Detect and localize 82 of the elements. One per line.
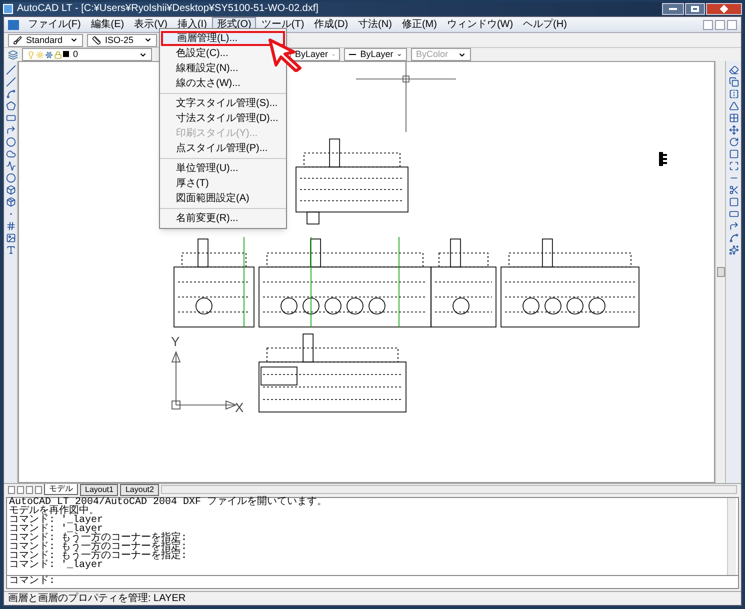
array-icon[interactable]	[728, 113, 738, 123]
rotate-icon[interactable]	[728, 137, 738, 147]
y-axis-label: Y	[171, 334, 180, 349]
minimize-button[interactable]	[703, 20, 713, 30]
layout-tab[interactable]: Layout1	[80, 484, 118, 496]
scroll-thumb[interactable]	[716, 267, 724, 277]
curve-icon[interactable]	[6, 89, 16, 99]
menu-item[interactable]: 修正(M)	[396, 16, 442, 32]
block-icon[interactable]	[6, 185, 16, 195]
color-swatch	[63, 50, 69, 56]
dropdown-field[interactable]: 0	[22, 48, 152, 61]
menu-option[interactable]: 名前変更(R)...	[160, 211, 244, 226]
layers-icon[interactable]	[8, 50, 18, 60]
dropdown-field[interactable]: ByLayer	[290, 48, 340, 61]
menu-item[interactable]: ウィンドウ(W)	[442, 16, 518, 32]
menu-option[interactable]: 寸法スタイル管理(D)...	[160, 111, 284, 126]
menu-option[interactable]: 図面範囲設定(A)	[160, 191, 256, 206]
command-line: コマンド: '_layer	[9, 516, 104, 525]
rectangle-icon[interactable]	[6, 113, 16, 123]
horizontal-scrollbar[interactable]	[160, 485, 737, 494]
maximize-button[interactable]	[685, 3, 705, 15]
menu-item[interactable]: 表示(V)	[129, 16, 172, 32]
menu-item[interactable]: ファイル(F)	[23, 16, 86, 32]
move-icon[interactable]	[728, 125, 738, 135]
dropdown-field[interactable]: Standard	[8, 34, 83, 46]
menu-item[interactable]: ツール(T)	[256, 16, 310, 32]
circle-icon[interactable]	[6, 137, 16, 147]
text-style-icon	[13, 36, 22, 44]
status-text: 画層と画層のプロパティを管理: LAYER	[8, 594, 186, 604]
copy-icon[interactable]	[728, 77, 738, 87]
ucs-axis-drawing	[171, 350, 238, 410]
close-button[interactable]	[727, 20, 737, 30]
command-input[interactable]: コマンド:	[6, 576, 739, 589]
wave-icon[interactable]	[6, 161, 16, 171]
caret-icon	[70, 36, 78, 44]
menu-option[interactable]: 色設定(C)...	[160, 46, 234, 61]
line-sample	[349, 54, 356, 55]
menu-option[interactable]: 厚さ(T)	[160, 176, 215, 191]
menu-item[interactable]: 寸法(N)	[353, 16, 397, 32]
hatch-icon[interactable]	[6, 221, 16, 231]
eraser-icon[interactable]	[728, 65, 738, 75]
menu-item[interactable]: ヘルプ(H)	[518, 16, 572, 32]
comb-icon	[659, 152, 667, 166]
menu-option[interactable]: 線の太さ(W)...	[160, 76, 246, 91]
menu-option[interactable]: 点スタイル管理(P)...	[160, 141, 274, 156]
caret-icon	[458, 50, 466, 58]
window-title: AutoCAD LT - [C:¥Users¥RyoIshii¥Desktop¥SY5100-51-WO-02.dxf]	[17, 4, 318, 14]
menu-item[interactable]: 編集(E)	[86, 16, 130, 32]
document-icon	[8, 20, 19, 30]
close-button[interactable]	[706, 3, 742, 15]
dropdown-field[interactable]: ISO-25	[87, 34, 157, 46]
vertical-scrollbar[interactable]	[715, 61, 725, 483]
command-line: モデルを再作図中。	[9, 507, 99, 516]
restore-button[interactable]	[715, 20, 725, 30]
dimension-style-icon	[92, 36, 101, 44]
vertical-scrollbar[interactable]	[727, 498, 736, 575]
menu-option[interactable]: 線種設定(N)...	[160, 61, 244, 76]
menu-option[interactable]: 文字スタイル管理(S)...	[160, 96, 284, 111]
bulb-icon	[27, 50, 35, 58]
line-icon[interactable]	[6, 77, 16, 87]
layout-tab[interactable]: モデル	[44, 484, 78, 495]
menu-item[interactable]: 作成(D)	[309, 16, 354, 32]
menu-option[interactable]: 画層管理(L)...	[161, 31, 285, 46]
minimize-button[interactable]	[662, 3, 684, 15]
menu-option[interactable]: 単位管理(U)...	[160, 161, 244, 176]
command-line: コマンド: もう一方のコーナーを指定:	[9, 552, 188, 561]
fillet-icon[interactable]	[728, 233, 738, 243]
mirror-icon[interactable]	[728, 89, 738, 99]
sun-icon	[36, 50, 44, 58]
package-icon[interactable]	[6, 197, 16, 207]
snowflake-icon	[45, 50, 53, 58]
lock-icon	[54, 50, 62, 58]
line-icon[interactable]	[6, 65, 16, 75]
pentagon-icon[interactable]	[6, 101, 16, 111]
dropdown-field[interactable]: ByLayer	[344, 48, 407, 61]
layout-tab[interactable]: Layout2	[120, 484, 159, 496]
cloud-icon[interactable]	[6, 149, 16, 159]
command-line: コマンド: '_layer	[9, 525, 104, 534]
app-icon	[3, 4, 13, 14]
command-line: コマンド: '_layer	[9, 561, 104, 570]
x-axis-label: X	[235, 400, 244, 415]
text-icon[interactable]	[6, 245, 16, 255]
